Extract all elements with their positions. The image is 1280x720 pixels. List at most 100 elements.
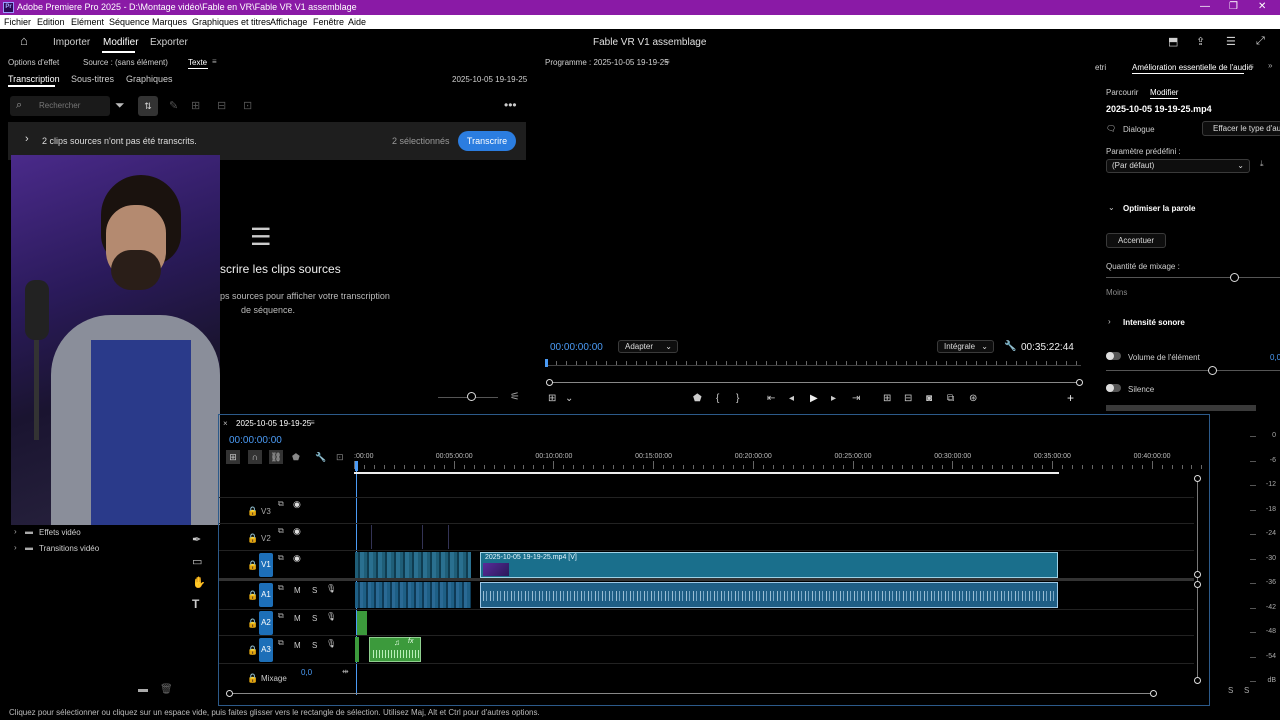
microphone-icon[interactable]: 🎙: [326, 612, 336, 621]
home-icon[interactable]: ⌂: [20, 33, 28, 48]
tab-transcription[interactable]: Transcription: [8, 74, 60, 84]
tab-effect-options[interactable]: Options d'effet: [8, 58, 59, 67]
program-timecode[interactable]: 00:00:00:00: [550, 342, 603, 353]
snap-icon[interactable]: ∩: [248, 450, 262, 464]
clip-volume-toggle[interactable]: [1106, 352, 1121, 360]
more-panels-icon[interactable]: »: [1268, 61, 1272, 70]
tab-captions[interactable]: Sous-titres: [71, 74, 114, 84]
emphasize-button[interactable]: Accentuer: [1106, 233, 1166, 248]
preset-dropdown[interactable]: (Par défaut) ⌄: [1106, 159, 1250, 173]
fullscreen-icon[interactable]: ⤢: [1256, 35, 1265, 48]
tab-browse[interactable]: Parcourir: [1106, 88, 1138, 97]
mix-amount-slider[interactable]: [1106, 277, 1280, 278]
lock-icon[interactable]: 🔒: [247, 590, 258, 601]
vscroll-handle[interactable]: [1194, 677, 1201, 684]
hscroll-handle-left[interactable]: [226, 690, 233, 697]
microphone-icon[interactable]: 🎙: [326, 639, 336, 648]
quality-dropdown[interactable]: Intégrale ⌄: [937, 340, 994, 353]
chevron-right-icon[interactable]: ›: [25, 133, 29, 145]
clip-a3-music[interactable]: ♫ fx: [369, 637, 421, 662]
solo-track-button[interactable]: S: [312, 641, 317, 650]
vscroll-handle[interactable]: [1194, 571, 1201, 578]
sync-lock-icon[interactable]: ⧉: [278, 553, 284, 563]
nest-icon[interactable]: ⊞: [226, 450, 240, 464]
menu-view[interactable]: Affichage: [270, 17, 307, 27]
split-icon[interactable]: ⊟: [217, 99, 226, 112]
mute-track-button[interactable]: M: [294, 641, 301, 650]
mix-track-value[interactable]: 0,0: [301, 668, 312, 677]
save-preset-icon[interactable]: ⤓: [1260, 159, 1264, 169]
step-back-icon[interactable]: ◂: [789, 393, 794, 404]
mute-toggle[interactable]: [1106, 384, 1121, 392]
step-forward-icon[interactable]: ▸: [831, 393, 836, 404]
sliders-settings-icon[interactable]: ⚟: [510, 390, 520, 403]
clip-segments-a1[interactable]: [355, 582, 471, 608]
eye-icon[interactable]: ◉: [293, 499, 301, 510]
mix-end-icon[interactable]: ⇹: [342, 667, 349, 676]
camera-icon[interactable]: ◙: [926, 393, 932, 404]
eye-icon[interactable]: ◉: [293, 553, 301, 564]
rectangle-tool-icon[interactable]: ▭: [192, 555, 202, 568]
tab-graphics[interactable]: Graphiques: [126, 74, 173, 84]
trash-icon[interactable]: 🗑: [160, 684, 173, 695]
nav-import[interactable]: Importer: [53, 37, 90, 48]
linked-selection-icon[interactable]: ⛓: [269, 450, 283, 464]
transcript-settings-icon[interactable]: ⇅: [138, 96, 158, 116]
workspaces-icon[interactable]: ⬒: [1168, 35, 1178, 48]
search-input[interactable]: ⌕ Rechercher: [10, 96, 110, 116]
lock-icon[interactable]: 🔒: [247, 506, 258, 517]
solo-right-button[interactable]: S: [1244, 686, 1249, 695]
mute-track-button[interactable]: M: [294, 586, 301, 595]
track-label-a1[interactable]: A1: [259, 583, 273, 607]
nav-edit[interactable]: Modifier: [103, 37, 139, 48]
lock-icon[interactable]: 🔒: [247, 618, 258, 629]
mark-out-icon[interactable]: }: [736, 393, 739, 404]
tab-lumetri[interactable]: etri: [1095, 63, 1106, 72]
sync-lock-icon[interactable]: ⧉: [278, 583, 284, 593]
tab-source[interactable]: Source : (sans élément): [83, 58, 168, 67]
add-button-icon[interactable]: +: [1067, 391, 1074, 405]
track-label-v1[interactable]: V1: [259, 553, 273, 577]
close-tab-icon[interactable]: ×: [223, 419, 228, 428]
zoom-slider-knob[interactable]: [467, 392, 476, 401]
edit-pencil-icon[interactable]: ✎: [169, 99, 178, 112]
chevron-down-icon[interactable]: ⌄: [1108, 203, 1115, 212]
horizontal-scrollbar[interactable]: [231, 693, 1156, 694]
marker-icon[interactable]: ⬟: [693, 393, 702, 404]
mix-amount-knob[interactable]: [1230, 273, 1239, 282]
lock-icon[interactable]: 🔒: [247, 533, 258, 544]
work-area-bar[interactable]: [354, 472, 1059, 474]
vertical-scrollbar[interactable]: [1197, 477, 1198, 683]
clip-a1-main[interactable]: [480, 582, 1058, 608]
nav-export[interactable]: Exporter: [150, 37, 188, 48]
menu-sequence[interactable]: Séquence: [109, 17, 150, 27]
timeline-timecode[interactable]: 00:00:00:00: [229, 435, 282, 446]
restore-icon[interactable]: ❐: [1229, 1, 1238, 12]
panel-scrollbar[interactable]: [1106, 405, 1256, 411]
scroll-handle-right[interactable]: [1076, 379, 1083, 386]
vr-icon[interactable]: ⊛: [969, 393, 977, 404]
lock-icon[interactable]: 🔒: [247, 645, 258, 656]
sync-lock-icon[interactable]: ⧉: [278, 526, 284, 536]
mini-playhead[interactable]: [545, 359, 548, 367]
settings-grid-icon[interactable]: ⊞: [548, 393, 556, 404]
panel-menu-icon[interactable]: ≡: [212, 57, 217, 66]
panel-menu-icon[interactable]: ≡: [1249, 62, 1254, 71]
clip-volume-value[interactable]: 0,0: [1270, 353, 1280, 362]
captions-icon[interactable]: ⊡: [336, 452, 344, 463]
vscroll-handle[interactable]: [1194, 475, 1201, 482]
solo-track-button[interactable]: S: [312, 614, 317, 623]
chevron-right-icon[interactable]: ›: [1108, 317, 1111, 326]
clip-a3-sliver[interactable]: [355, 637, 359, 662]
panel-menu-icon[interactable]: ≡: [310, 418, 315, 427]
pen-tool-icon[interactable]: ✒: [192, 533, 201, 546]
go-to-out-icon[interactable]: ⇥: [852, 393, 860, 404]
share-icon[interactable]: ⇪: [1196, 35, 1205, 48]
menu-file[interactable]: Fichier: [4, 17, 31, 27]
vscroll-handle[interactable]: [1194, 581, 1201, 588]
minimize-icon[interactable]: —: [1200, 1, 1210, 12]
loudness-label[interactable]: Intensité sonore: [1123, 318, 1185, 327]
tab-text[interactable]: Texte: [188, 58, 207, 67]
play-icon[interactable]: ▶: [810, 393, 818, 404]
microphone-icon[interactable]: 🎙: [326, 584, 336, 593]
